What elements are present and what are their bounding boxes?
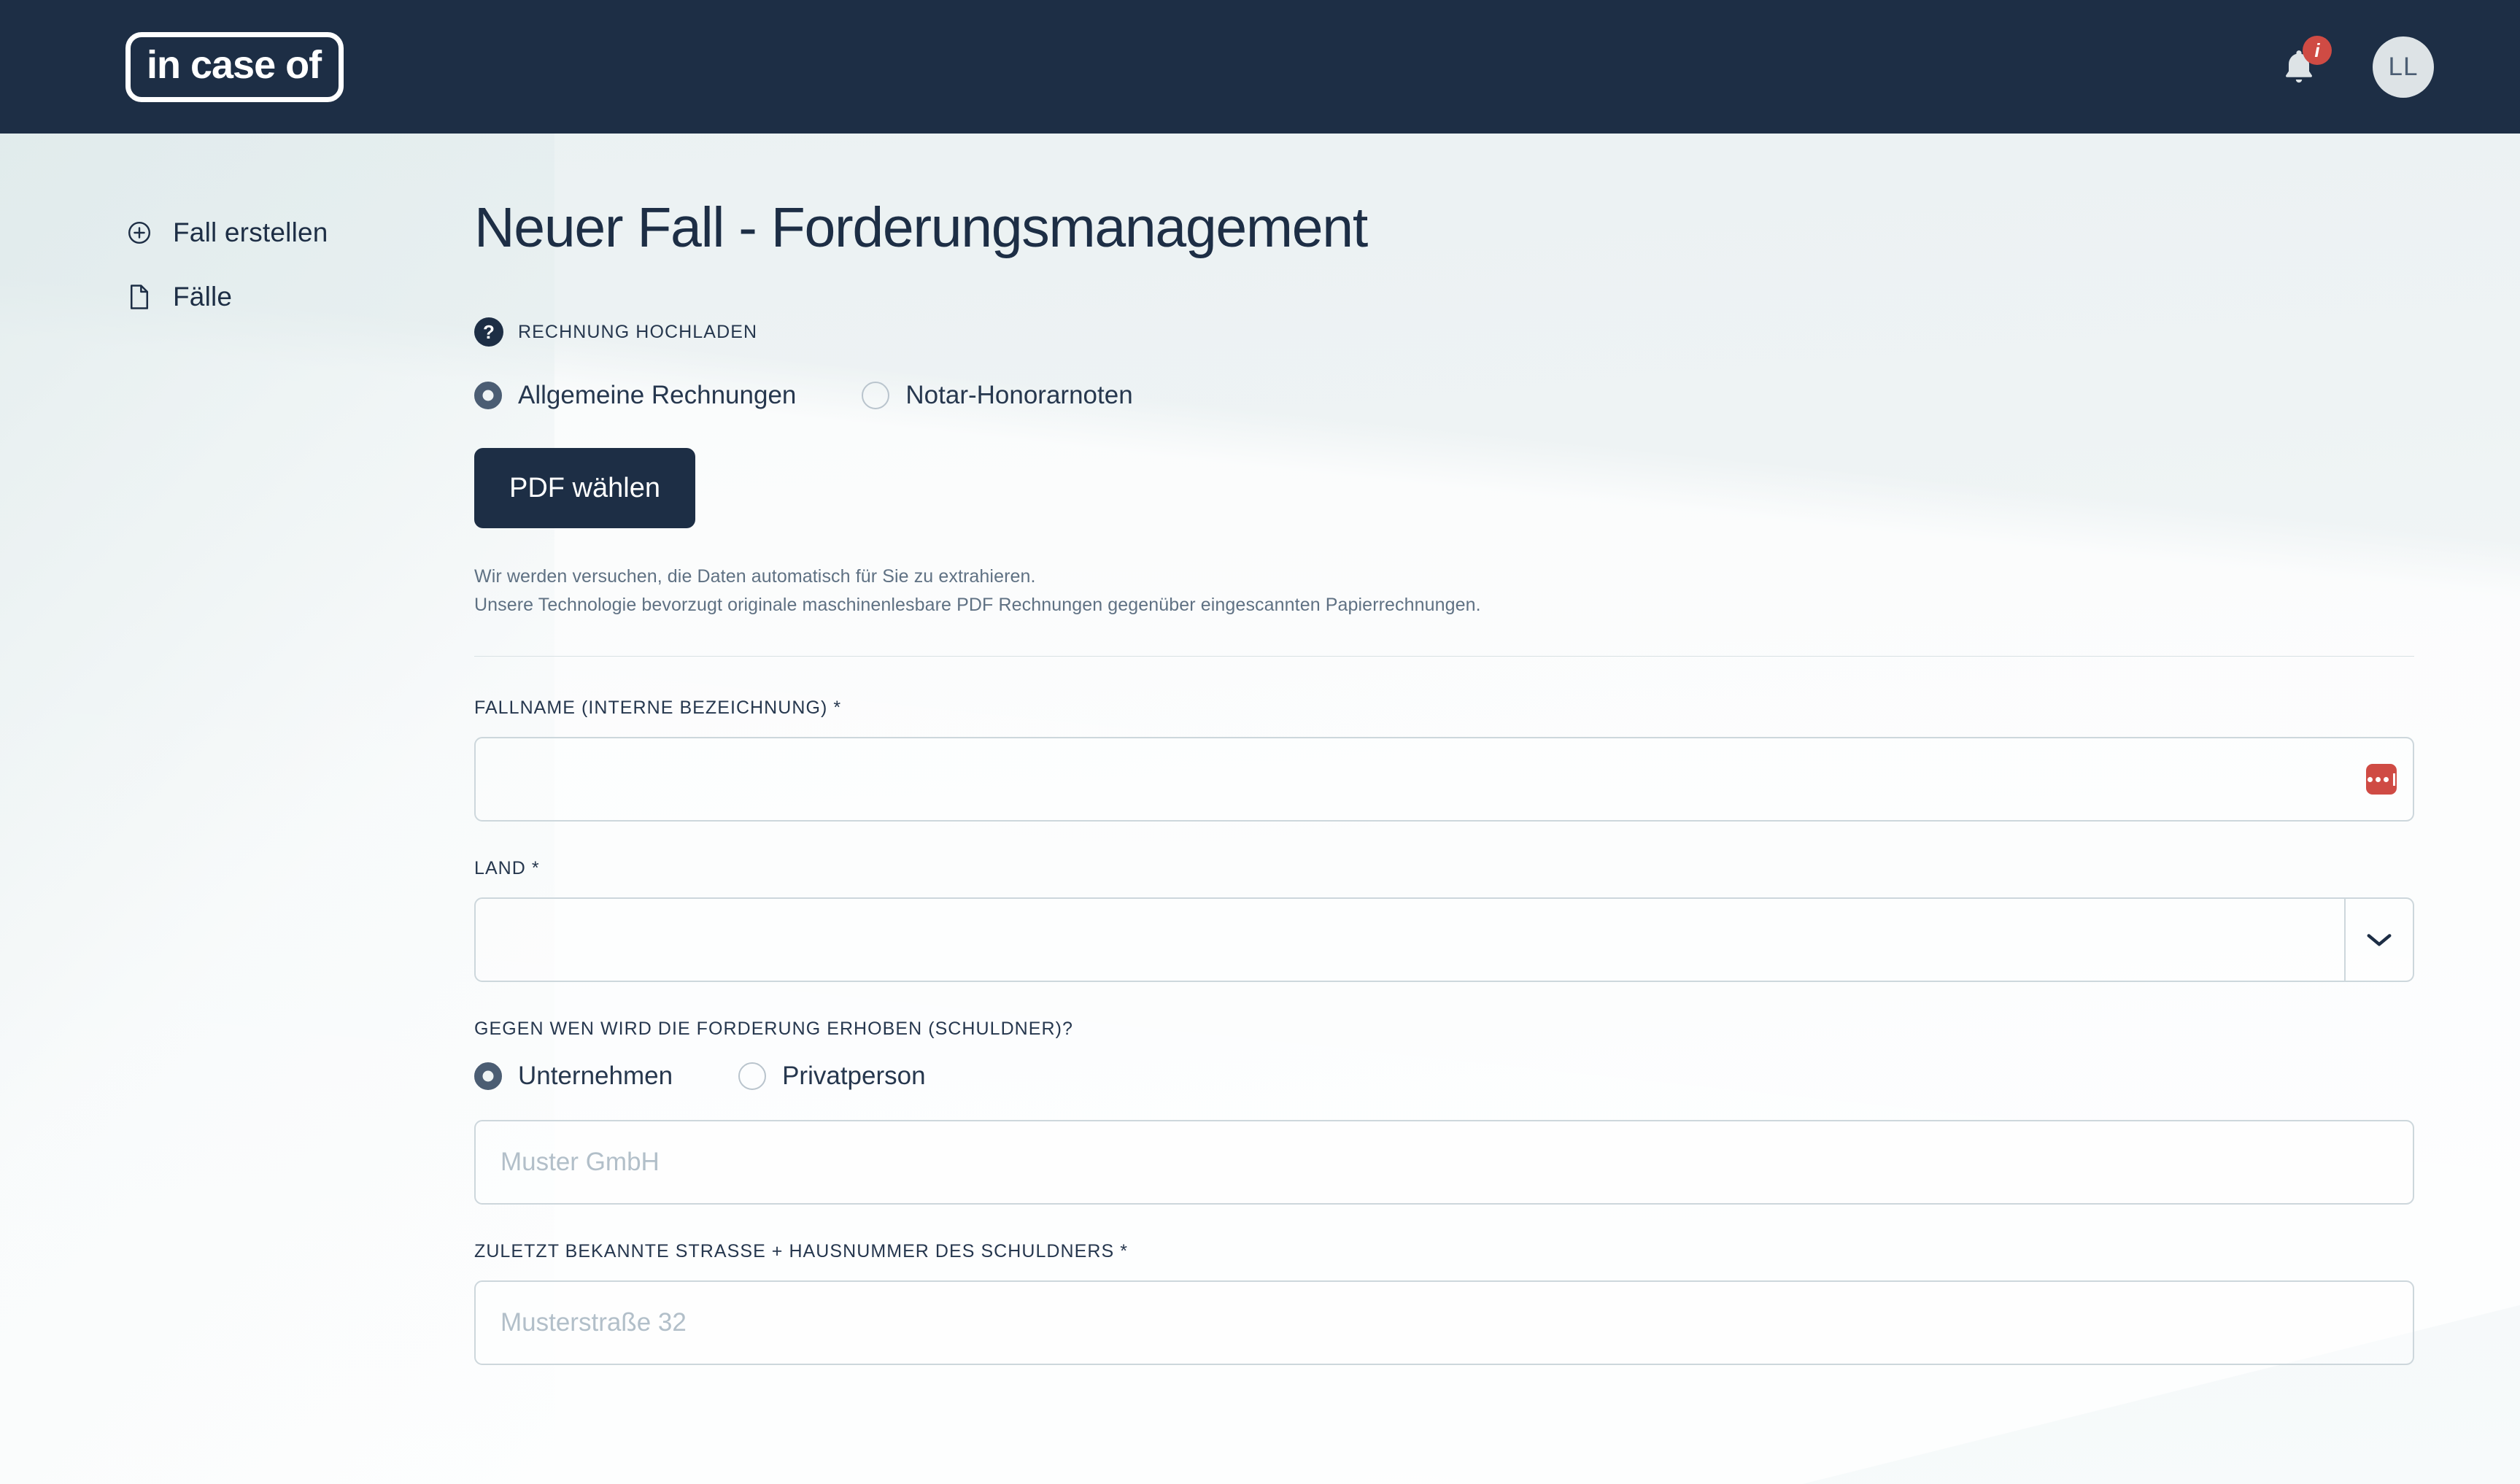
chevron-down-icon[interactable] <box>2344 899 2413 981</box>
debtor-type-label: GEGEN WEN WIRD DIE FORDERUNG ERHOBEN (SC… <box>474 1019 1073 1039</box>
case-name-input[interactable] <box>474 737 2414 822</box>
field-label: LAND * <box>474 858 2414 879</box>
password-manager-icon[interactable] <box>2366 764 2397 795</box>
radio-mark-icon <box>474 1062 502 1090</box>
radio-privatperson[interactable]: Privatperson <box>738 1062 926 1091</box>
choose-pdf-button[interactable]: PDF wählen <box>474 448 695 528</box>
case-name-input-wrap <box>474 737 2414 822</box>
document-icon <box>125 283 153 311</box>
radio-label: Privatperson <box>782 1062 926 1090</box>
radio-notar-honorarnoten[interactable]: Notar-Honorarnoten <box>862 381 1133 410</box>
notification-badge: i <box>2303 35 2332 65</box>
sidebar-item-faelle[interactable]: Fälle <box>125 282 474 312</box>
upload-helper-line-2: Unsere Technologie bevorzugt originale m… <box>474 595 1481 615</box>
upload-helper-line-1: Wir werden versuchen, die Daten automati… <box>474 566 1036 587</box>
sidebar-item-label: Fall erstellen <box>173 217 328 247</box>
radio-unternehmen[interactable]: Unternehmen <box>474 1062 673 1091</box>
sidebar-item-fall-erstellen[interactable]: Fall erstellen <box>125 217 474 248</box>
radio-label: Unternehmen <box>518 1062 673 1090</box>
upload-section-label: RECHNUNG HOCHLADEN <box>518 321 758 342</box>
debtor-name-input-wrap <box>474 1120 2414 1205</box>
notifications-button[interactable]: i <box>2273 35 2332 94</box>
required-marker: * <box>833 697 842 718</box>
top-header-bar: in case of i LL <box>0 0 2520 134</box>
sidebar: Fall erstellen Fälle <box>0 134 474 1484</box>
radio-mark-icon <box>862 382 890 409</box>
avatar-initials: LL <box>2388 52 2419 81</box>
upload-section-header: ? RECHNUNG HOCHLADEN <box>474 317 2414 347</box>
field-label-text: ZULETZT BEKANNTE STRASSE + HAUSNUMMER DE… <box>474 1241 1115 1261</box>
app-shell: Fall erstellen Fälle Neuer Fall - Forder… <box>0 134 2520 1484</box>
help-icon[interactable]: ? <box>474 317 503 347</box>
debtor-street-input-wrap <box>474 1280 2414 1365</box>
app-logo[interactable]: in case of <box>125 31 344 102</box>
country-select[interactable] <box>474 897 2414 982</box>
field-debtor-type: GEGEN WEN WIRD DIE FORDERUNG ERHOBEN (SC… <box>474 1019 2414 1205</box>
field-label-text: LAND <box>474 858 526 878</box>
section-divider <box>474 656 2414 657</box>
radio-label: Allgemeine Rechnungen <box>518 381 797 409</box>
field-case-name: FALLNAME (INTERNE BEZEICHNUNG) * <box>474 697 2414 822</box>
avatar[interactable]: LL <box>2373 36 2434 98</box>
invoice-type-radio-group: Allgemeine Rechnungen Notar-Honorarnoten <box>474 381 2414 410</box>
debtor-type-radio-group: Unternehmen Privatperson <box>474 1062 2414 1091</box>
main-content: Neuer Fall - Forderungsmanagement ? RECH… <box>474 134 2520 1484</box>
header-actions: i LL <box>2273 35 2434 98</box>
radio-mark-icon <box>738 1062 767 1090</box>
plus-circle-icon <box>125 219 153 247</box>
required-marker: * <box>1120 1241 1128 1261</box>
debtor-name-input[interactable] <box>474 1120 2414 1205</box>
page-title: Neuer Fall - Forderungsmanagement <box>474 196 1368 259</box>
required-marker: * <box>531 858 540 878</box>
country-select-value <box>476 899 2344 981</box>
field-label: FALLNAME (INTERNE BEZEICHNUNG) * <box>474 697 2414 719</box>
radio-mark-icon <box>474 382 502 409</box>
radio-allgemeine-rechnungen[interactable]: Allgemeine Rechnungen <box>474 381 796 410</box>
sidebar-item-label: Fälle <box>173 282 233 312</box>
field-label: ZULETZT BEKANNTE STRASSE + HAUSNUMMER DE… <box>474 1241 2414 1262</box>
radio-label: Notar-Honorarnoten <box>905 381 1133 409</box>
app-logo-text: in case of <box>147 43 322 87</box>
debtor-street-input[interactable] <box>474 1280 2414 1365</box>
field-label-text: FALLNAME (INTERNE BEZEICHNUNG) <box>474 697 828 718</box>
field-debtor-street: ZULETZT BEKANNTE STRASSE + HAUSNUMMER DE… <box>474 1241 2414 1365</box>
field-country: LAND * <box>474 858 2414 982</box>
